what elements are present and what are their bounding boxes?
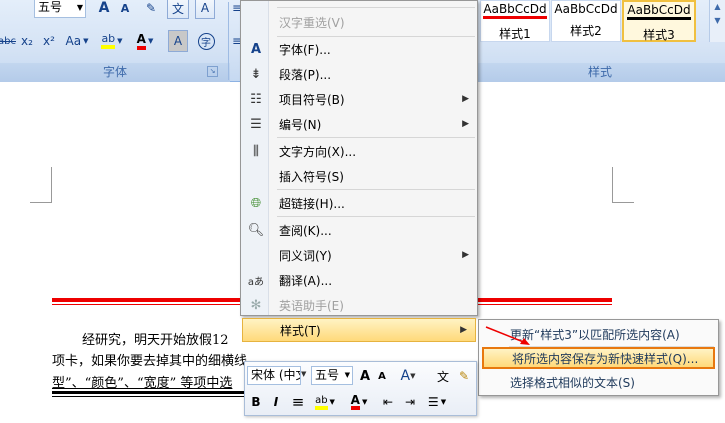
chevron-down-icon: ▼ [440,398,447,406]
mini-font-size-combo[interactable]: 五号 ▼ [311,366,353,385]
mini-bullets-button[interactable]: ☰ ▼ [423,392,451,412]
mini-center-button[interactable]: ≡ [289,392,307,412]
mini-phonetic-button[interactable]: 文 [433,366,453,386]
decrease-indent-icon[interactable]: ⇤ [379,392,397,412]
chevron-down-icon[interactable]: ▼ [301,370,306,378]
chevron-down-icon: ▼ [344,371,350,379]
mini-italic-button[interactable]: I [267,392,285,412]
mini-styles-button[interactable]: A ▼ [395,366,421,386]
increase-indent-icon[interactable]: ⇥ [401,392,419,412]
chevron-down-icon: ▼ [329,398,335,406]
chevron-down-icon: ▼ [410,372,416,380]
mini-highlight-button[interactable]: ab ▼ [311,392,339,412]
mini-shrink-font-button[interactable]: A [375,366,389,386]
annotation-arrow [485,326,530,345]
chevron-down-icon: ▼ [361,398,368,406]
mini-bold-button[interactable]: B [247,392,265,412]
mini-toolbar: 宋体 (中文 ▼ 五号 ▼ A A A▼ 文 ✎ B I ≡ ab ▼ A ▼ … [244,361,477,416]
mini-font-name-combo[interactable]: 宋体 (中文 [247,366,301,385]
format-painter-icon[interactable]: ✎ [455,366,473,386]
mini-font-color-button[interactable]: A ▼ [345,392,373,412]
mini-grow-font-button[interactable]: A [357,366,373,386]
